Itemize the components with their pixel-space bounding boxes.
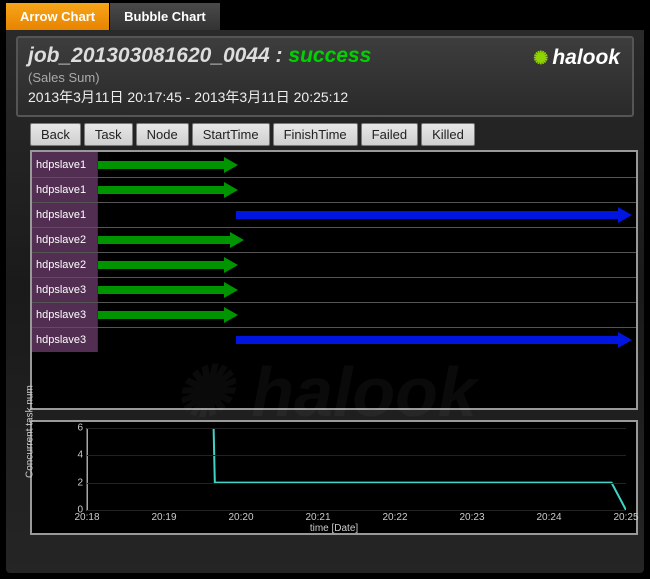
x-axis-label: time [Date] xyxy=(310,523,358,534)
map-arrow-icon xyxy=(98,234,242,246)
track-label: hdpslave3 xyxy=(32,328,98,352)
y-tick: 2 xyxy=(77,477,83,488)
job-id: job_201303081620_0044 xyxy=(28,44,270,67)
track-label: hdpslave3 xyxy=(32,278,98,302)
map-arrow-icon xyxy=(98,159,236,171)
track-row: hdpslave2 xyxy=(32,252,636,277)
track-row: hdpslave1 xyxy=(32,152,636,177)
x-tick: 20:21 xyxy=(305,512,330,523)
map-arrow-icon xyxy=(98,184,236,196)
tab-bar: Arrow Chart Bubble Chart xyxy=(6,3,644,30)
x-tick: 20:23 xyxy=(459,512,484,523)
track-row: hdpslave3 xyxy=(32,302,636,327)
plot-area: 024620:1820:1920:2020:2120:2220:2320:242… xyxy=(86,428,626,511)
killed-button[interactable]: Killed xyxy=(421,123,475,146)
track-row: hdpslave3 xyxy=(32,327,636,352)
line-chart-panel: Concurrent task num 024620:1820:1920:202… xyxy=(30,420,638,535)
track-label: hdpslave1 xyxy=(32,203,98,227)
arrow-chart-panel: hdpslave1hdpslave1hdpslave1hdpslave2hdps… xyxy=(30,150,638,410)
x-tick: 20:20 xyxy=(228,512,253,523)
logo-text: halook xyxy=(552,46,620,70)
job-status: success xyxy=(288,44,371,67)
x-tick: 20:25 xyxy=(613,512,638,523)
y-tick: 4 xyxy=(77,450,83,461)
x-tick: 20:24 xyxy=(536,512,561,523)
track-row: hdpslave1 xyxy=(32,202,636,227)
track-row: hdpslave1 xyxy=(32,177,636,202)
task-button[interactable]: Task xyxy=(84,123,133,146)
job-subtitle: (Sales Sum) xyxy=(28,70,622,85)
track-label: hdpslave1 xyxy=(32,178,98,202)
map-arrow-icon xyxy=(98,259,236,271)
track-label: hdpslave1 xyxy=(32,152,98,177)
tab-arrow-chart[interactable]: Arrow Chart xyxy=(6,3,110,30)
track-row: hdpslave3 xyxy=(32,277,636,302)
track-label: hdpslave2 xyxy=(32,228,98,252)
track-label: hdpslave3 xyxy=(32,303,98,327)
back-button[interactable]: Back xyxy=(30,123,81,146)
tab-bubble-chart[interactable]: Bubble Chart xyxy=(110,3,221,30)
job-header: ✺ halook job_201303081620_0044 : success… xyxy=(16,36,634,117)
starttime-button[interactable]: StartTime xyxy=(192,123,270,146)
node-button[interactable]: Node xyxy=(136,123,189,146)
finishtime-button[interactable]: FinishTime xyxy=(273,123,358,146)
map-arrow-icon xyxy=(98,284,236,296)
failed-button[interactable]: Failed xyxy=(361,123,418,146)
map-arrow-icon xyxy=(98,309,236,321)
y-axis-label: Concurrent task num xyxy=(25,385,36,478)
track-label: hdpslave2 xyxy=(32,253,98,277)
x-tick: 20:22 xyxy=(382,512,407,523)
product-logo: ✺ halook xyxy=(533,46,620,70)
reduce-arrow-icon xyxy=(236,209,630,221)
line-series xyxy=(87,428,626,510)
y-tick: 6 xyxy=(77,423,83,434)
logo-icon: ✺ xyxy=(533,48,548,69)
track-row: hdpslave2 xyxy=(32,227,636,252)
x-tick: 20:19 xyxy=(151,512,176,523)
toolbar: Back Task Node StartTime FinishTime Fail… xyxy=(30,123,634,146)
reduce-arrow-icon xyxy=(236,334,630,346)
x-tick: 20:18 xyxy=(74,512,99,523)
job-time-range: 2013年3月11日 20:17:45 - 2013年3月11日 20:25:1… xyxy=(28,87,622,107)
